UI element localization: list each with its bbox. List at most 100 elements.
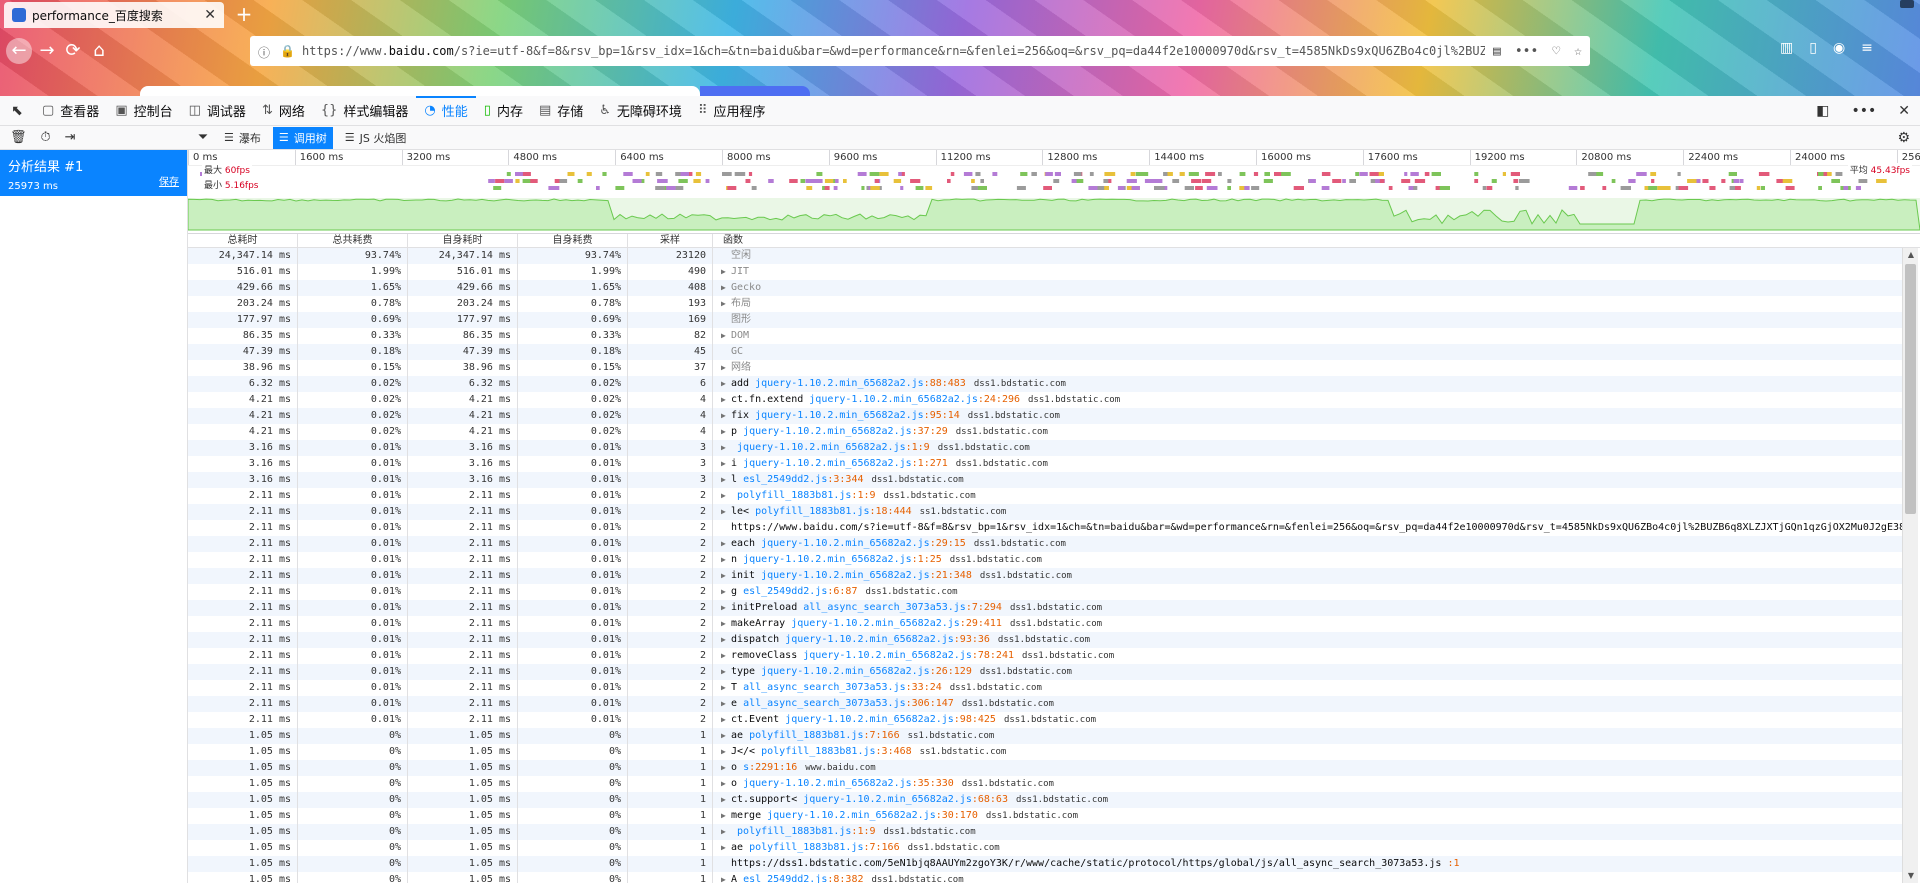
tree-row[interactable]: 203.24 ms 0.78% 203.24 ms 0.78% 193 ▶ 布局 (188, 296, 1902, 312)
expand-arrow-icon[interactable]: ▶ (721, 616, 731, 632)
tree-row[interactable]: 1.05 ms 0% 1.05 ms 0% 1 ▶ o s:2291:16 www.baidu… (188, 760, 1902, 776)
record-stopwatch-icon[interactable]: ⏱ (41, 130, 51, 145)
expand-arrow-icon[interactable]: ▶ (721, 392, 731, 408)
expand-arrow-icon[interactable]: ▶ (721, 728, 731, 744)
tree-row[interactable]: 2.11 ms 0.01% 2.11 ms 0.01% 2 ▶ dispatch jquer… (188, 632, 1902, 648)
expand-arrow-icon[interactable]: ▶ (721, 456, 731, 472)
expand-arrow-icon[interactable]: ▶ (721, 840, 731, 856)
back-icon[interactable]: ← (6, 38, 32, 64)
tab-network[interactable]: ⇅ 网络 (254, 96, 313, 126)
tree-row[interactable]: 429.66 ms 1.65% 429.66 ms 1.65% 408 ▶ Gecko (188, 280, 1902, 296)
window-control-icon[interactable] (1900, 0, 1914, 8)
recording-item[interactable]: 分析结果 #1 25973 ms 保存 (0, 150, 187, 196)
scroll-up-icon[interactable]: ▲ (1903, 248, 1919, 262)
clear-icon[interactable]: 🗑 (10, 130, 27, 145)
function-file[interactable]: polyfill_1883b81.js (755, 506, 869, 517)
expand-arrow-icon[interactable]: ▶ (721, 328, 731, 344)
tab-debugger[interactable]: ◫ 调试器 (181, 96, 254, 126)
function-file[interactable]: polyfill_1883b81.js (749, 842, 863, 853)
function-file[interactable]: esl_2549dd2.js (743, 474, 827, 485)
expand-arrow-icon[interactable]: ▶ (721, 776, 731, 792)
function-file[interactable]: jquery-1.10.2.min_65682a2.js (785, 634, 954, 645)
tree-row[interactable]: 47.39 ms 0.18% 47.39 ms 0.18% 45 GC (188, 344, 1902, 360)
tree-row[interactable]: 2.11 ms 0.01% 2.11 ms 0.01% 2 ▶ each jquery-1.… (188, 536, 1902, 552)
function-file[interactable]: all_async_search_3073a53.js (743, 698, 906, 709)
expand-arrow-icon[interactable]: ▶ (721, 552, 731, 568)
function-file[interactable]: all_async_search_3073a53.js (803, 602, 966, 613)
expand-arrow-icon[interactable]: ▶ (721, 680, 731, 696)
gear-icon[interactable]: ⚙ (1897, 130, 1910, 146)
function-file[interactable]: jquery-1.10.2.min_65682a2.js (743, 426, 912, 437)
expand-arrow-icon[interactable]: ▶ (721, 808, 731, 824)
function-file[interactable]: jquery-1.10.2.min_65682a2.js (785, 714, 954, 725)
tree-row[interactable]: 177.97 ms 0.69% 177.97 ms 0.69% 169 图形 (188, 312, 1902, 328)
col-total-percentage[interactable]: 总共耗费 (298, 234, 408, 247)
tree-row[interactable]: 2.11 ms 0.01% 2.11 ms 0.01% 2 ▶ T all_async_se… (188, 680, 1902, 696)
expand-arrow-icon[interactable]: ▶ (721, 488, 731, 504)
view-waterfall-button[interactable]: ☰ 瀑布 (218, 127, 267, 149)
expand-arrow-icon[interactable]: ▶ (721, 376, 731, 392)
expand-arrow-icon[interactable]: ▶ (721, 504, 731, 520)
tree-row[interactable]: 86.35 ms 0.33% 86.35 ms 0.33% 82 ▶ DOM (188, 328, 1902, 344)
expand-arrow-icon[interactable]: ▶ (721, 632, 731, 648)
close-tab-icon[interactable]: ✕ (204, 7, 216, 23)
expand-arrow-icon[interactable]: ▶ (721, 440, 731, 456)
scroll-down-icon[interactable]: ▼ (1903, 869, 1919, 883)
tab-inspector[interactable]: ▢ 查看器 (34, 96, 107, 126)
col-function[interactable]: 函数 (713, 234, 1920, 247)
tree-row[interactable]: 1.05 ms 0% 1.05 ms 0% 1 ▶ J</< polyfill_1883b8… (188, 744, 1902, 760)
expand-arrow-icon[interactable]: ▶ (721, 600, 731, 616)
tree-row[interactable]: 3.16 ms 0.01% 3.16 ms 0.01% 3 ▶ l esl_2549dd2.… (188, 472, 1902, 488)
expand-arrow-icon[interactable]: ▶ (721, 536, 731, 552)
expand-arrow-icon[interactable]: ▶ (721, 792, 731, 808)
function-file[interactable]: jquery-1.10.2.min_65682a2.js (761, 538, 930, 549)
url-text[interactable]: https://www.baidu.com/s?ie=utf-8&f=8&rsv… (302, 44, 1485, 58)
function-file[interactable]: jquery-1.10.2.min_65682a2.js (761, 570, 930, 581)
expand-arrow-icon[interactable]: ▶ (721, 568, 731, 584)
function-file[interactable]: jquery-1.10.2.min_65682a2.js (761, 666, 930, 677)
function-file[interactable]: jquery-1.10.2.min_65682a2.js (791, 618, 960, 629)
dock-side-icon[interactable]: ◧ (1816, 103, 1829, 119)
tree-row[interactable]: 1.05 ms 0% 1.05 ms 0% 1 ▶ ae polyfill_1883b81.… (188, 840, 1902, 856)
menu-icon[interactable]: ≡ (1861, 40, 1873, 56)
tree-row[interactable]: 3.16 ms 0.01% 3.16 ms 0.01% 3 ▶ i jquery-1.10.… (188, 456, 1902, 472)
tree-row[interactable]: 2.11 ms 0.01% 2.11 ms 0.01% 2 ▶ type jquery-1.… (188, 664, 1902, 680)
tree-row[interactable]: 4.21 ms 0.02% 4.21 ms 0.02% 4 ▶ fix jquery-1.1… (188, 408, 1902, 424)
expand-arrow-icon[interactable]: ▶ (721, 872, 731, 883)
tree-row[interactable]: 2.11 ms 0.01% 2.11 ms 0.01% 2 ▶ g esl_2549dd2.… (188, 584, 1902, 600)
page-actions-icon[interactable]: ••• (1515, 44, 1538, 59)
function-file[interactable]: jquery-1.10.2.min_65682a2.js (809, 394, 978, 405)
view-call-tree-button[interactable]: ☰ 调用树 (272, 126, 333, 149)
tree-row[interactable]: 2.11 ms 0.01% 2.11 ms 0.01% 2 ▶ le< polyfill_1… (188, 504, 1902, 520)
col-total-duration[interactable]: 总耗时 (188, 234, 298, 247)
view-flamegraph-button[interactable]: ☰ JS 火焰图 (339, 127, 413, 149)
tab-storage[interactable]: ▤ 存储 (531, 96, 591, 126)
function-file[interactable]: jquery-1.10.2.min_65682a2.js (803, 794, 972, 805)
tab-performance[interactable]: ◔ 性能 (416, 95, 477, 126)
function-file[interactable]: jquery-1.10.2.min_65682a2.js (743, 458, 912, 469)
scroll-thumb[interactable] (1905, 264, 1916, 514)
tree-row[interactable]: 24,347.14 ms 93.74% 24,347.14 ms 93.74% 2312… (188, 248, 1902, 264)
expand-arrow-icon[interactable]: ▶ (721, 264, 731, 280)
expand-arrow-icon[interactable]: ▶ (721, 712, 731, 728)
function-file[interactable]: esl_2549dd2.js (743, 586, 827, 597)
function-file[interactable]: jquery-1.10.2.min_65682a2.js (743, 778, 912, 789)
tree-row[interactable]: 1.05 ms 0% 1.05 ms 0% 1 ▶ ct.support< jquery-1… (188, 792, 1902, 808)
tab-console[interactable]: ▣ 控制台 (107, 96, 180, 126)
expand-arrow-icon[interactable]: ▶ (721, 696, 731, 712)
tree-row[interactable]: 38.96 ms 0.15% 38.96 ms 0.15% 37 ▶ 网络 (188, 360, 1902, 376)
new-tab-button[interactable]: + (232, 4, 256, 26)
tree-row[interactable]: 2.11 ms 0.01% 2.11 ms 0.01% 2 ▶ removeClass jq… (188, 648, 1902, 664)
col-self-percentage[interactable]: 自身耗费 (518, 234, 628, 247)
expand-arrow-icon[interactable]: ▶ (721, 472, 731, 488)
tree-row[interactable]: 2.11 ms 0.01% 2.11 ms 0.01% 2 ▶ init jquery-1.… (188, 568, 1902, 584)
expand-arrow-icon[interactable]: ▶ (721, 296, 731, 312)
save-recording-link[interactable]: 保存 (159, 173, 179, 188)
tree-row[interactable]: 2.11 ms 0.01% 2.11 ms 0.01% 2 ▶ ct.Event jquer… (188, 712, 1902, 728)
tab-style-editor[interactable]: {} 样式编辑器 (313, 96, 417, 126)
expand-arrow-icon[interactable]: ▶ (721, 408, 731, 424)
tree-row[interactable]: 2.11 ms 0.01% 2.11 ms 0.01% 2 ▶ initPreload al… (188, 600, 1902, 616)
library-icon[interactable]: ▥ (1780, 40, 1793, 56)
tree-row[interactable]: 2.11 ms 0.01% 2.11 ms 0.01% 2 ▶ e all_async_se… (188, 696, 1902, 712)
expand-arrow-icon[interactable]: ▶ (721, 648, 731, 664)
